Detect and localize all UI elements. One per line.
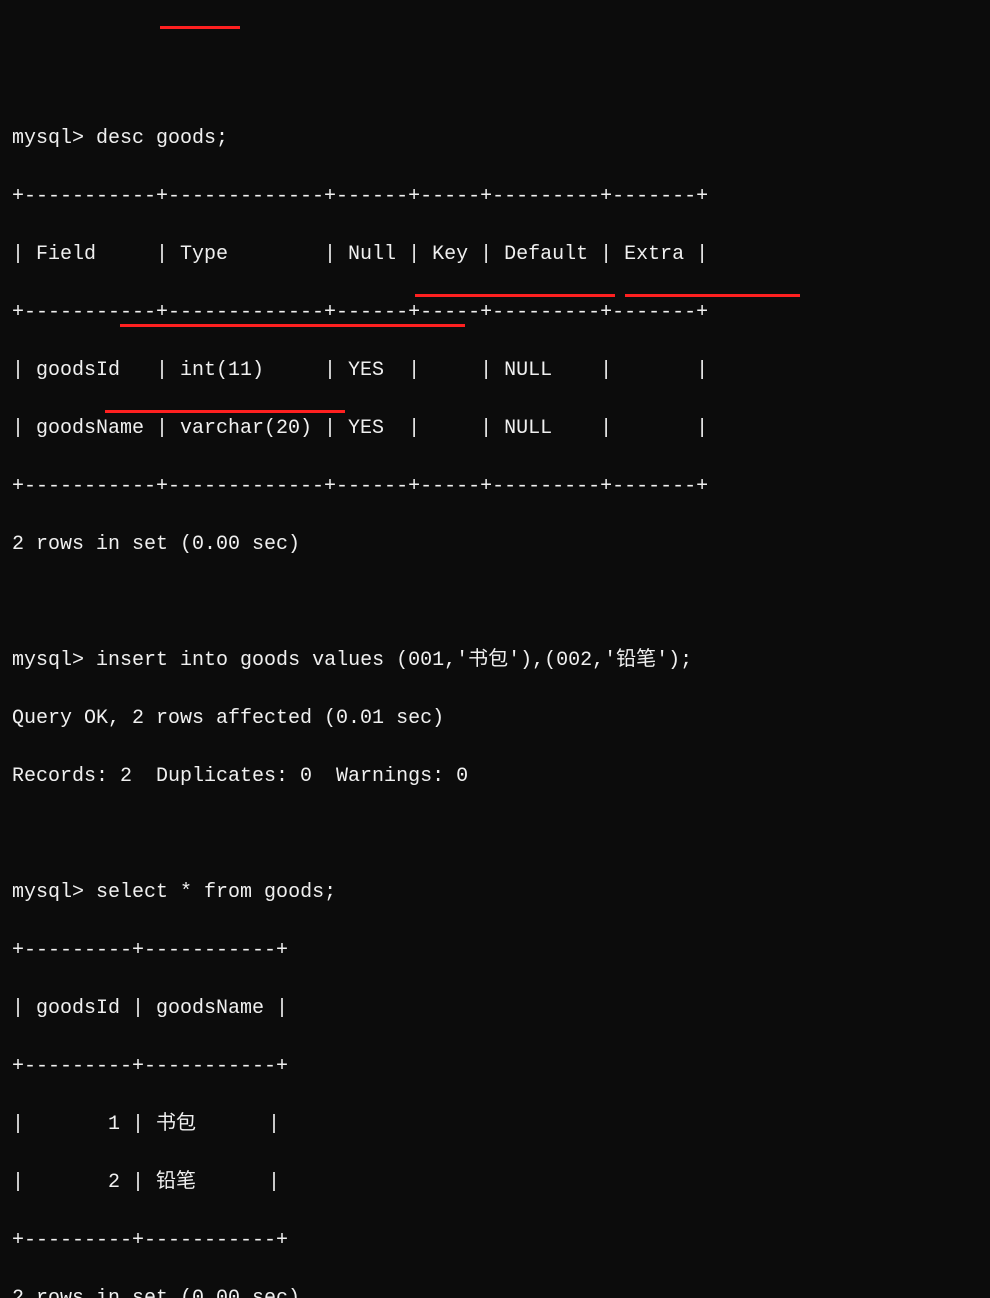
annotation-underline-2 — [415, 294, 615, 297]
desc-table-border-top: +-----------+-------------+------+-----+… — [12, 182, 978, 211]
annotation-underline-5 — [105, 410, 345, 413]
command-desc: mysql> desc goods; — [12, 124, 978, 153]
select-table-row-0: | 1 | 书包 | — [12, 1110, 978, 1139]
command-select: mysql> select * from goods; — [12, 878, 978, 907]
blank-line-2 — [12, 820, 978, 849]
desc-table-border-mid: +-----------+-------------+------+-----+… — [12, 298, 978, 327]
select-result: 2 rows in set (0.00 sec) — [12, 1284, 978, 1298]
mysql-prompt: mysql> — [12, 127, 84, 150]
annotation-underline-1 — [160, 26, 240, 29]
mysql-prompt: mysql> — [12, 881, 84, 904]
insert-result-1: Query OK, 2 rows affected (0.01 sec) — [12, 704, 978, 733]
command-insert: mysql> insert into goods values (001,'书包… — [12, 646, 978, 675]
desc-table-border-bot: +-----------+-------------+------+-----+… — [12, 472, 978, 501]
command-text: select * from goods; — [96, 881, 336, 904]
select-table-header: | goodsId | goodsName | — [12, 994, 978, 1023]
select-table-border-bot: +---------+-----------+ — [12, 1226, 978, 1255]
blank-line-1 — [12, 588, 978, 617]
select-table-border-top: +---------+-----------+ — [12, 936, 978, 965]
command-text: insert into goods values (001,'书包'),(002… — [96, 649, 692, 672]
desc-table-row-0: | goodsId | int(11) | YES | | NULL | | — [12, 356, 978, 385]
select-table-row-1: | 2 | 铅笔 | — [12, 1168, 978, 1197]
command-text: desc goods; — [96, 127, 228, 150]
mysql-prompt: mysql> — [12, 649, 84, 672]
desc-result: 2 rows in set (0.00 sec) — [12, 530, 978, 559]
desc-table-row-1: | goodsName | varchar(20) | YES | | NULL… — [12, 414, 978, 443]
insert-result-2: Records: 2 Duplicates: 0 Warnings: 0 — [12, 762, 978, 791]
select-table-border-mid: +---------+-----------+ — [12, 1052, 978, 1081]
annotation-underline-3 — [625, 294, 800, 297]
desc-table-header: | Field | Type | Null | Key | Default | … — [12, 240, 978, 269]
